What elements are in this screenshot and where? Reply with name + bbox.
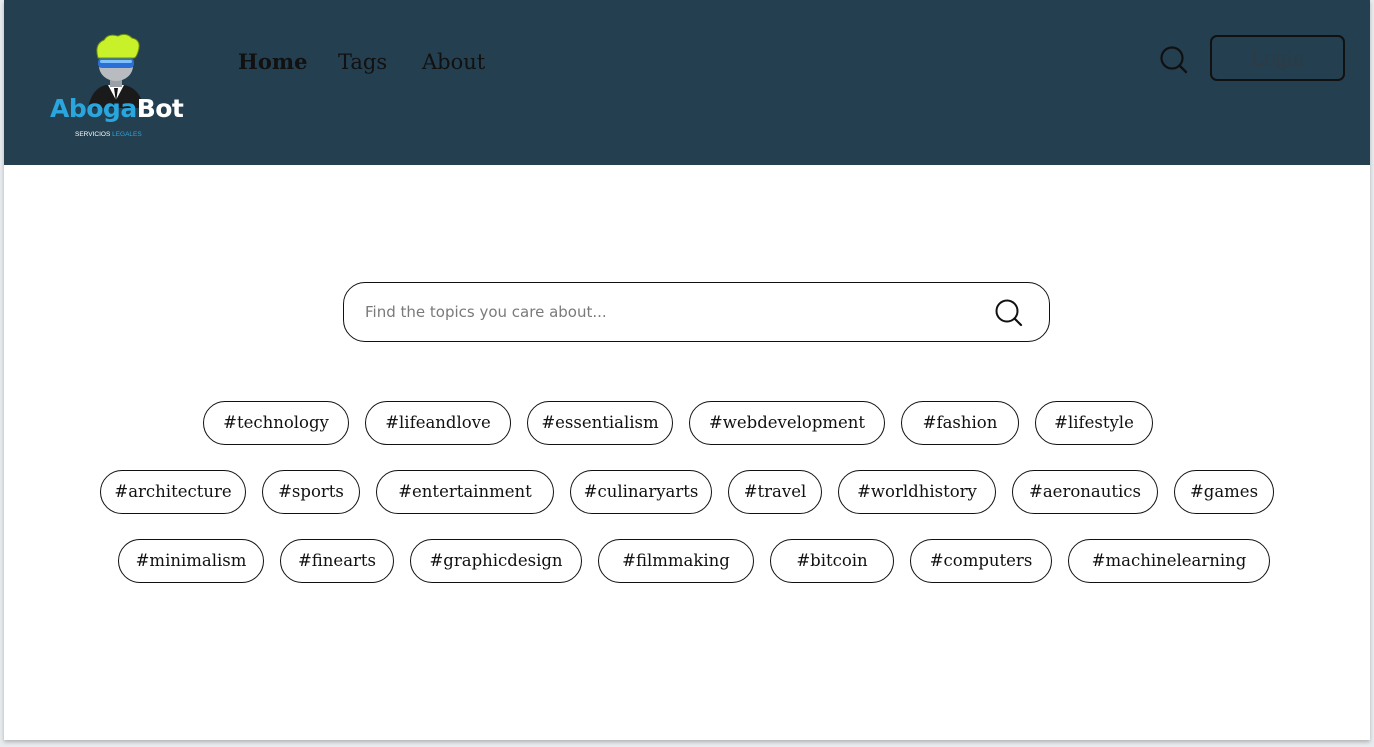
nav-tags-link[interactable]: Tags [338,46,387,78]
tag-pill[interactable]: #machinelearning [1068,539,1270,583]
tag-pill[interactable]: #essentialism [527,401,673,445]
tag-pill[interactable]: #sports [262,470,360,514]
tag-pill[interactable]: #culinaryarts [570,470,712,514]
topic-search-box [343,282,1050,342]
brand-logo[interactable]: AbogaBot SERVICIOS LEGALES [48,30,184,142]
tag-pill[interactable]: #entertainment [376,470,554,514]
brand-tagline-part2: LEGALES [112,131,142,138]
robot-lawyer-logo-icon [88,33,144,108]
login-button[interactable]: Login [1210,35,1345,81]
search-icon[interactable] [1159,45,1189,75]
nav-about-link[interactable]: About [422,46,485,78]
tag-pill[interactable]: #architecture [100,470,246,514]
tag-pill[interactable]: #lifeandlove [365,401,511,445]
nav-home-link[interactable]: Home [238,46,307,78]
page: AbogaBot SERVICIOS LEGALES Home Tags Abo… [4,0,1370,740]
tag-pill[interactable]: #computers [910,539,1052,583]
tag-pill[interactable]: #travel [728,470,822,514]
topic-search-input[interactable] [365,297,965,327]
brand-name-part2: Bot [136,94,184,123]
tag-pill[interactable]: #technology [203,401,349,445]
tag-pill[interactable]: #games [1174,470,1274,514]
tag-pill[interactable]: #lifestyle [1035,401,1153,445]
site-header: AbogaBot SERVICIOS LEGALES Home Tags Abo… [4,0,1370,165]
tag-pill[interactable]: #minimalism [118,539,264,583]
tag-pill[interactable]: #graphicdesign [410,539,582,583]
tag-pill[interactable]: #bitcoin [770,539,894,583]
brand-tagline-part1: SERVICIOS [75,131,111,138]
tag-pill[interactable]: #finearts [280,539,394,583]
tag-pill[interactable]: #aeronautics [1012,470,1158,514]
tag-pill[interactable]: #fashion [901,401,1019,445]
brand-name-part1: Aboga [50,94,137,123]
brand-wordmark: AbogaBot [50,94,184,124]
tag-pill[interactable]: #worldhistory [838,470,996,514]
search-icon[interactable] [994,298,1024,328]
tag-pill[interactable]: #filmmaking [598,539,754,583]
brand-tagline: SERVICIOS LEGALES [75,131,142,139]
tag-pill[interactable]: #webdevelopment [689,401,885,445]
